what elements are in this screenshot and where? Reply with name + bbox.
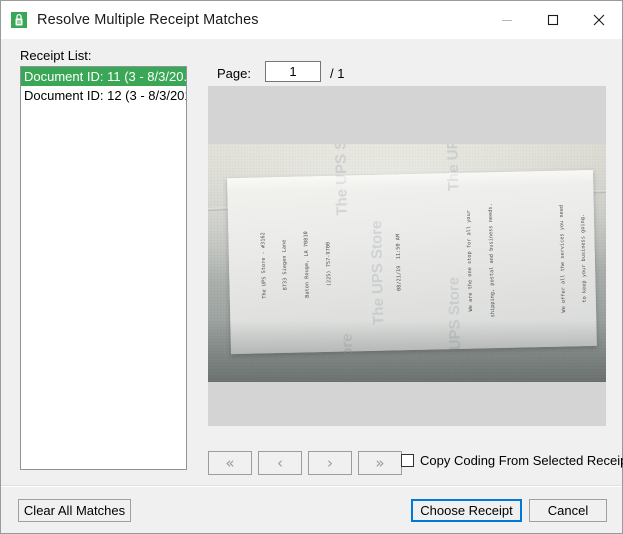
choose-receipt-button[interactable]: Choose Receipt (411, 499, 522, 522)
double-chevron-right-icon: » (375, 453, 385, 472)
chevron-left-icon: ‹ (277, 453, 283, 472)
window-title: Resolve Multiple Receipt Matches (37, 12, 259, 28)
document-viewer[interactable]: The UPS Store The UPS Store The UPS Stor… (208, 86, 606, 426)
resolve-receipt-matches-window: Resolve Multiple Receipt Matches Receipt… (0, 0, 623, 534)
page-total-label: / 1 (330, 66, 345, 81)
receipt-tagline: We offer all the services you need (558, 204, 567, 313)
minimize-button[interactable] (484, 1, 530, 39)
close-button[interactable] (576, 1, 622, 39)
maximize-icon (547, 14, 559, 26)
previous-page-button[interactable]: ‹ (258, 451, 302, 475)
page-input[interactable] (265, 61, 321, 82)
chevron-right-icon: › (327, 453, 333, 472)
window-controls (484, 1, 622, 39)
dialog-footer: Clear All Matches Choose Receipt Cancel (1, 485, 622, 533)
checkbox-box[interactable] (401, 454, 414, 467)
receipt-list[interactable]: Document ID: 11 (3 - 8/3/20... Document … (20, 66, 187, 470)
last-page-button[interactable]: » (358, 451, 402, 475)
copy-coding-label: Copy Coding From Selected Receipt (420, 453, 623, 468)
close-icon (593, 14, 605, 26)
page-navigation: « ‹ › » (208, 451, 402, 475)
maximize-button[interactable] (530, 1, 576, 39)
receipt-tagline: to keep your business going. (580, 213, 589, 303)
first-page-button[interactable]: « (208, 451, 252, 475)
clear-all-matches-button[interactable]: Clear All Matches (18, 499, 131, 522)
receipt-list-label: Receipt List: (20, 48, 92, 63)
watermark-text: The UPS Store (443, 144, 462, 191)
cancel-button[interactable]: Cancel (529, 499, 607, 522)
client-area: Receipt List: Document ID: 11 (3 - 8/3/2… (1, 39, 623, 485)
next-page-button[interactable]: › (308, 451, 352, 475)
receipt-photo: The UPS Store The UPS Store The UPS Stor… (208, 144, 606, 382)
receipt-lock-icon (10, 11, 28, 29)
title-bar: Resolve Multiple Receipt Matches (1, 1, 622, 39)
list-item[interactable]: Document ID: 12 (3 - 8/3/201... (21, 86, 186, 105)
list-item[interactable]: Document ID: 11 (3 - 8/3/20... (21, 67, 186, 86)
double-chevron-left-icon: « (225, 453, 235, 472)
copy-coding-checkbox[interactable]: Copy Coding From Selected Receipt (401, 453, 623, 468)
page-label: Page: (217, 66, 251, 81)
minimize-icon (502, 20, 512, 21)
photo-shadow (208, 320, 606, 382)
